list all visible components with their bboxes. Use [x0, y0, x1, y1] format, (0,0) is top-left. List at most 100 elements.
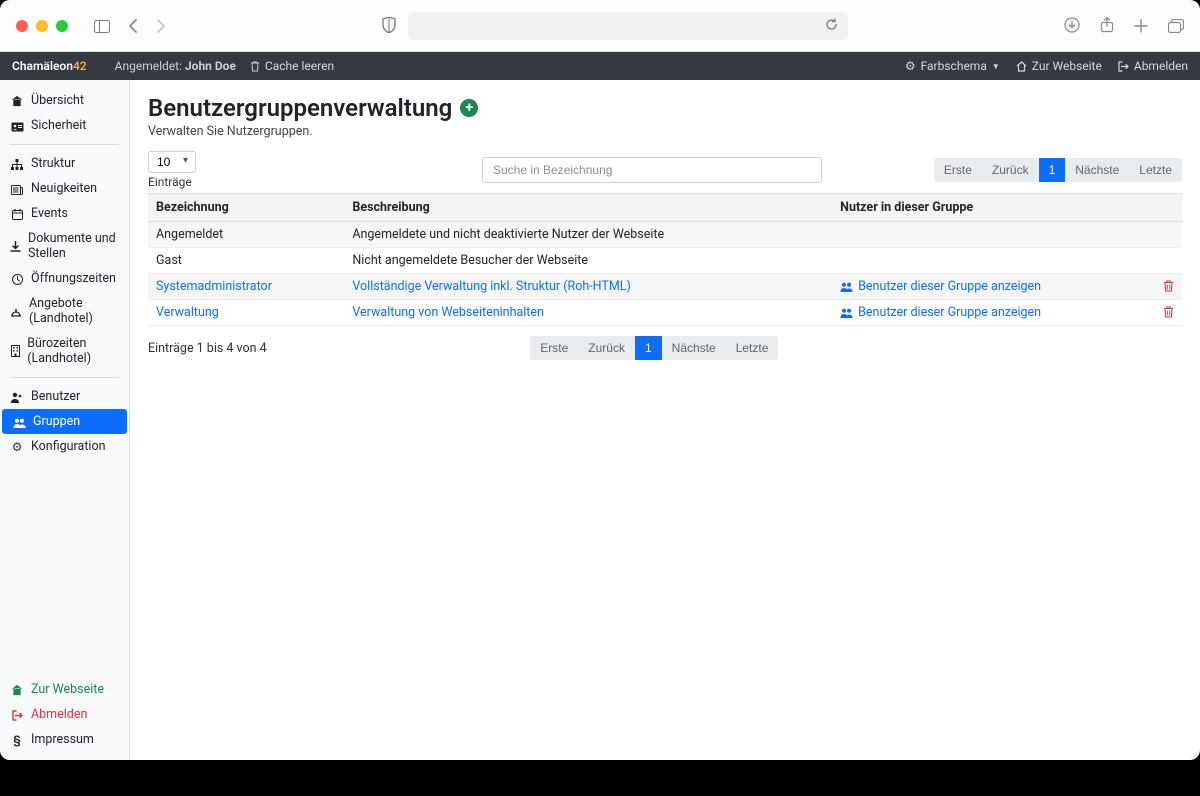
group-users-cell: [832, 248, 1155, 274]
page-size-select[interactable]: 10: [148, 151, 196, 173]
row-actions: [1155, 300, 1182, 326]
sidebar-item-users[interactable]: Benutzer: [0, 384, 129, 409]
pager-last-button[interactable]: Letzte: [1129, 158, 1182, 182]
refresh-icon[interactable]: [825, 18, 838, 33]
sitemap-icon: [10, 157, 24, 171]
sidebar-item-structure[interactable]: Struktur: [0, 151, 129, 176]
users-icon: [840, 305, 853, 320]
user-icon: [10, 390, 24, 404]
browser-nav: [94, 17, 166, 35]
forward-button[interactable]: [156, 17, 166, 35]
entries-info: Einträge 1 bis 4 von 4: [148, 341, 267, 356]
group-name-link[interactable]: Systemadministrator: [156, 279, 272, 294]
sidebar-item-label: Dokumente und Stellen: [28, 231, 119, 261]
pager-prev-button[interactable]: Zurück: [982, 158, 1039, 182]
clear-cache-button[interactable]: Cache leeren: [250, 59, 334, 73]
sidebar: Übersicht Sicherheit St: [0, 80, 130, 760]
brand[interactable]: Chamäleon42: [12, 59, 87, 73]
browser-window: Chamäleon42 Angemeldet: John Doe Cache l…: [0, 0, 1200, 760]
add-group-button[interactable]: +: [460, 99, 478, 117]
browser-right-controls: [1064, 16, 1184, 35]
pager-page-button[interactable]: 1: [635, 336, 662, 360]
col-header-desc[interactable]: Beschreibung: [344, 194, 832, 222]
window-zoom-button[interactable]: [56, 20, 68, 32]
sidebar-item-label: Angebote (Landhotel): [29, 296, 119, 326]
new-tab-icon[interactable]: [1134, 16, 1148, 35]
users-icon: [840, 279, 853, 294]
show-group-users-link[interactable]: Benutzer dieser Gruppe anzeigen: [840, 305, 1041, 320]
back-button[interactable]: [128, 17, 138, 35]
row-actions: [1155, 248, 1182, 274]
groups-table: Bezeichnung Beschreibung Nutzer in diese…: [148, 193, 1182, 326]
sidebar-item-groups[interactable]: Gruppen: [2, 409, 127, 434]
sidebar-item-overview[interactable]: Übersicht: [0, 88, 129, 113]
brand-number: 42: [73, 59, 87, 73]
col-header-actions: [1155, 194, 1182, 222]
downloads-icon[interactable]: [1064, 16, 1080, 35]
delete-group-button[interactable]: [1163, 279, 1174, 294]
sidebar-item-configuration[interactable]: ⚙ Konfiguration: [0, 434, 129, 459]
logout-link[interactable]: Abmelden: [1118, 59, 1188, 73]
sidebar-item-imprint[interactable]: § Impressum: [0, 727, 129, 752]
pager-prev-button[interactable]: Zurück: [578, 336, 635, 360]
download-icon: [10, 239, 21, 253]
share-icon[interactable]: [1100, 16, 1114, 35]
home-icon: [10, 683, 24, 697]
logout-icon: [10, 708, 24, 722]
sidebar-item-news[interactable]: Neuigkeiten: [0, 176, 129, 201]
sidebar-item-docs-jobs[interactable]: Dokumente und Stellen: [0, 226, 129, 266]
users-icon: [12, 415, 26, 429]
sidebar-toggle-icon[interactable]: [94, 17, 110, 35]
to-website-link[interactable]: Zur Webseite: [1016, 59, 1102, 73]
search-input[interactable]: [482, 157, 822, 183]
group-users-cell: Benutzer dieser Gruppe anzeigen: [832, 300, 1155, 326]
sidebar-item-label: Übersicht: [31, 93, 84, 108]
color-scheme-dropdown[interactable]: ⚙ Farbschema ▼: [905, 59, 1000, 73]
pager-next-button[interactable]: Nächste: [1065, 158, 1129, 182]
calendar-icon: [10, 207, 24, 221]
group-desc-link[interactable]: Vollständige Verwaltung inkl. Struktur (…: [352, 279, 631, 294]
app: Chamäleon42 Angemeldet: John Doe Cache l…: [0, 52, 1200, 760]
browser-chrome: [0, 0, 1200, 52]
group-name: Angemeldet: [148, 222, 344, 248]
clock-icon: [10, 272, 24, 286]
sidebar-item-security[interactable]: Sicherheit: [0, 113, 129, 138]
pager-first-button[interactable]: Erste: [530, 336, 578, 360]
group-desc: Angemeldete und nicht deaktivierte Nutze…: [344, 222, 832, 248]
group-name-link[interactable]: Verwaltung: [156, 305, 219, 320]
sidebar-item-offers-landhotel[interactable]: Angebote (Landhotel): [0, 291, 129, 331]
window-minimize-button[interactable]: [36, 20, 48, 32]
pager-bottom: Erste Zurück 1 Nächste Letzte: [530, 336, 778, 360]
delete-group-button[interactable]: [1163, 305, 1174, 320]
window-close-button[interactable]: [16, 20, 28, 32]
building-icon: [10, 344, 20, 358]
address-bar-wrap: [184, 12, 1046, 40]
sidebar-item-to-website[interactable]: Zur Webseite: [0, 677, 129, 702]
sidebar-item-events[interactable]: Events: [0, 201, 129, 226]
tabs-icon[interactable]: [1168, 16, 1184, 35]
table-row: AngemeldetAngemeldete und nicht deaktivi…: [148, 222, 1182, 248]
window-controls: [16, 20, 68, 32]
pager-first-button[interactable]: Erste: [934, 158, 982, 182]
shield-icon[interactable]: [382, 17, 396, 35]
gear-icon: ⚙: [905, 59, 916, 73]
concierge-icon: [10, 304, 22, 318]
address-bar[interactable]: [408, 12, 848, 40]
pager-last-button[interactable]: Letzte: [726, 336, 779, 360]
main-content: Benutzergruppenverwaltung + Verwalten Si…: [130, 80, 1200, 760]
logout-label: Abmelden: [1134, 59, 1188, 73]
sidebar-item-office-landhotel[interactable]: Bürozeiten (Landhotel): [0, 331, 129, 371]
sidebar-item-opening-hours[interactable]: Öffnungszeiten: [0, 266, 129, 291]
col-header-users[interactable]: Nutzer in dieser Gruppe: [832, 194, 1155, 222]
sidebar-item-logout[interactable]: Abmelden: [0, 702, 129, 727]
sidebar-item-label: Gruppen: [33, 414, 80, 429]
pager-page-button[interactable]: 1: [1039, 158, 1066, 182]
show-group-users-link[interactable]: Benutzer dieser Gruppe anzeigen: [840, 279, 1041, 294]
group-desc-link[interactable]: Verwaltung von Webseiteninhalten: [352, 305, 544, 320]
logged-in-label: Angemeldet: John Doe: [115, 59, 236, 73]
table-row: GastNicht angemeldete Besucher der Webse…: [148, 248, 1182, 274]
col-header-name[interactable]: Bezeichnung: [148, 194, 344, 222]
sidebar-item-label: Bürozeiten (Landhotel): [27, 336, 119, 366]
id-card-icon: [10, 119, 24, 133]
pager-next-button[interactable]: Nächste: [662, 336, 726, 360]
